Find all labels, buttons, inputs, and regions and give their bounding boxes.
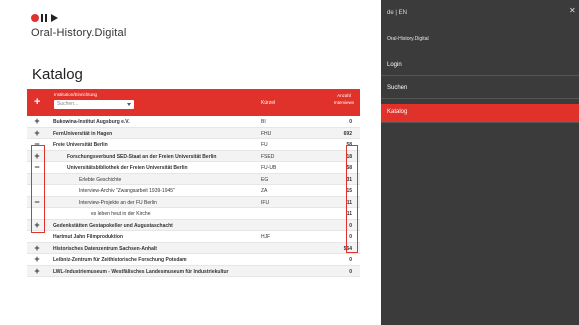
institution-name[interactable]: Freie Universität Berlin	[53, 142, 108, 148]
close-icon[interactable]: ✕	[569, 6, 576, 15]
institution-name[interactable]: LWL-Industriemuseum - Westfälisches Land…	[53, 269, 229, 275]
institution-name[interactable]: Bukowina-Institut Augsburg e.V.	[53, 119, 130, 125]
institution-short: BI	[261, 119, 266, 125]
catalog-table: + Institution/Einrichtung Suchen... Kürz…	[27, 89, 360, 277]
sidebar-item-login[interactable]: Login	[381, 57, 579, 76]
interview-count: 692	[343, 130, 352, 137]
table-row[interactable]: − Interview-Projekte an der FU Berlin IFU 1…	[27, 196, 360, 208]
expand-all-button[interactable]: +	[34, 96, 40, 108]
table-row[interactable]: + Gedenkstätten Gestapokeller und Augusta…	[27, 219, 360, 231]
institution-short: ZA	[261, 188, 268, 194]
institution-name[interactable]: Universitätsbibliothek der Freien Univer…	[67, 165, 188, 171]
institution-name[interactable]: Hartmut Jahn Filmproduktion	[53, 234, 123, 240]
table-row[interactable]: − Freie Universität Berlin FU 58	[27, 139, 360, 151]
table-row[interactable]: es leben heut in der Kirche 11	[27, 208, 360, 220]
institution-short: FSED	[261, 153, 275, 160]
institution-name[interactable]: es leben heut in der Kirche	[91, 211, 150, 217]
institution-name[interactable]: FernUniversität in Hagen	[53, 131, 112, 137]
institution-short: HJF	[261, 234, 271, 240]
institution-name[interactable]: Historisches Datenzentrum Sachsen-Anhalt	[53, 246, 157, 252]
table-row[interactable]: + Historisches Datenzentrum Sachsen-Anhal…	[27, 242, 360, 254]
logo[interactable]	[31, 13, 58, 23]
table-row[interactable]: − Universitätsbibliothek der Freien Unive…	[27, 162, 360, 174]
institution-short: FU	[261, 142, 268, 148]
page-title: Katalog	[32, 66, 83, 83]
expand-icon[interactable]: +	[33, 116, 41, 126]
interview-count: 0	[349, 257, 352, 263]
expand-icon[interactable]: +	[33, 243, 41, 253]
institution-name[interactable]: Interview-Projekte an der FU Berlin	[79, 200, 157, 206]
institution-short: FHU	[261, 130, 272, 137]
institution-short: EG	[261, 176, 269, 183]
highlight-expand-column	[31, 145, 45, 233]
brand-name[interactable]: Oral-History.Digital	[31, 27, 126, 39]
chevron-down-icon	[127, 103, 131, 106]
expand-icon[interactable]: +	[33, 128, 41, 138]
pause-icon-bar	[45, 14, 47, 22]
interview-count: 0	[349, 268, 352, 275]
play-icon	[51, 14, 58, 22]
table-row[interactable]: + Forschungsverbund SED-Staat an der Frei…	[27, 150, 360, 162]
sidebar-item-label: Login	[387, 62, 402, 68]
select-placeholder: Suchen...	[57, 101, 79, 107]
institution-search-select[interactable]: Suchen...	[54, 100, 134, 109]
expand-icon[interactable]: +	[33, 266, 41, 276]
expand-icon[interactable]: +	[33, 254, 41, 264]
table-row[interactable]: Interview-Archiv "Zwangsarbeit 1939-1945…	[27, 185, 360, 197]
pause-icon	[41, 14, 43, 22]
institution-short: IFU	[261, 199, 270, 206]
institution-name[interactable]: Erlebte Geschichte	[79, 177, 121, 183]
language-switch[interactable]: de | EN	[387, 10, 407, 16]
table-row[interactable]: + Bukowina-Institut Augsburg e.V. BI 0	[27, 116, 360, 128]
main-panel: Oral-History.Digital Katalog + Instituti…	[0, 0, 381, 325]
institution-name[interactable]: Interview-Archiv "Zwangsarbeit 1939-1945…	[79, 188, 175, 194]
sidebar-item-catalog[interactable]: Katalog	[381, 104, 579, 123]
highlight-count-column	[346, 145, 358, 253]
table-row[interactable]: Hartmut Jahn Filmproduktion HJF 0	[27, 231, 360, 243]
count-column-header[interactable]: Anzahl Interviews	[332, 92, 356, 106]
institution-short: FU-UB	[261, 165, 277, 171]
institution-name[interactable]: Forschungsverbund SED-Staat an der Freie…	[67, 154, 216, 160]
table-row[interactable]: + LWL-Industriemuseum - Westfälisches Lan…	[27, 265, 360, 277]
interview-count: 0	[349, 119, 352, 125]
table-row[interactable]: Erlebte Geschichte EG 31	[27, 173, 360, 185]
record-icon	[31, 14, 39, 22]
table-header: + Institution/Einrichtung Suchen... Kürz…	[27, 89, 360, 116]
table-body: + Bukowina-Institut Augsburg e.V. BI 0 + Fern…	[27, 116, 360, 277]
institution-name[interactable]: Leibniz-Zentrum für Zeithistorische Fors…	[53, 257, 187, 263]
institution-column-label: Institution/Einrichtung	[54, 92, 98, 97]
sidebar-item-search[interactable]: Suchen	[381, 80, 579, 99]
sidebar-item-label: Suchen	[387, 85, 408, 91]
short-column-header[interactable]: Kürzel	[261, 100, 275, 106]
table-row[interactable]: + FernUniversität in Hagen FHU 692	[27, 127, 360, 139]
table-row[interactable]: + Leibniz-Zentrum für Zeithistorische For…	[27, 254, 360, 266]
sidebar-brand: Oral-History.Digital	[387, 36, 429, 42]
sidebar: de | EN ✕ Oral-History.Digital Login Suc…	[381, 0, 579, 325]
institution-name[interactable]: Gedenkstätten Gestapokeller und Augustas…	[53, 223, 173, 229]
sidebar-item-label: Katalog	[387, 109, 408, 115]
